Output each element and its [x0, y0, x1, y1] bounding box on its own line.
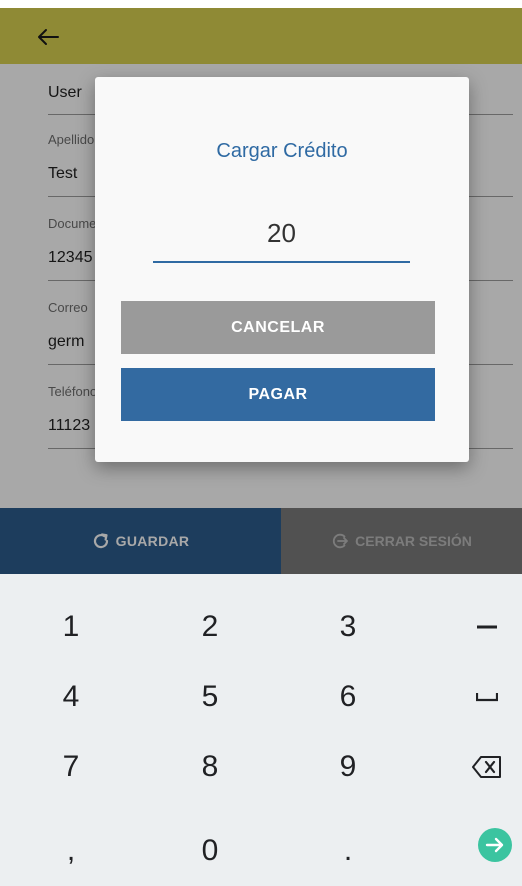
- key-period[interactable]: .: [283, 816, 413, 886]
- cancel-button[interactable]: CANCELAR: [121, 301, 435, 354]
- key-6[interactable]: 6: [283, 662, 413, 732]
- status-strip: [0, 0, 522, 8]
- go-key-circle: [478, 828, 512, 862]
- space-icon: [476, 693, 498, 702]
- pay-button[interactable]: PAGAR: [121, 368, 435, 421]
- key-9[interactable]: 9: [283, 732, 413, 802]
- key-7[interactable]: 7: [6, 732, 136, 802]
- credit-dialog: Cargar Crédito CANCELAR PAGAR: [95, 77, 469, 462]
- key-backspace[interactable]: [422, 732, 522, 802]
- key-4[interactable]: 4: [6, 662, 136, 732]
- arrow-left-icon: [38, 29, 59, 45]
- back-button[interactable]: [28, 22, 68, 52]
- app-header: [0, 8, 522, 64]
- key-enter[interactable]: [430, 810, 522, 880]
- key-3[interactable]: 3: [283, 592, 413, 662]
- app-screen: User Apellido Test Documento 12345 Corre…: [0, 0, 522, 886]
- amount-input[interactable]: [153, 205, 410, 263]
- key-8[interactable]: 8: [145, 732, 275, 802]
- key-5[interactable]: 5: [145, 662, 275, 732]
- key-space[interactable]: [422, 662, 522, 732]
- key-comma[interactable]: ,: [6, 816, 136, 886]
- key-0[interactable]: 0: [145, 816, 275, 886]
- arrow-right-icon: [485, 837, 504, 853]
- dialog-title: Cargar Crédito: [216, 140, 348, 162]
- key-1[interactable]: 1: [6, 592, 136, 662]
- key-2[interactable]: 2: [145, 592, 275, 662]
- numeric-keyboard: 1 2 3 4 5 6 7 8 9 , 0 .: [0, 574, 522, 886]
- backspace-icon: [472, 756, 501, 778]
- minus-icon: [477, 625, 497, 629]
- key-minus[interactable]: [422, 592, 522, 662]
